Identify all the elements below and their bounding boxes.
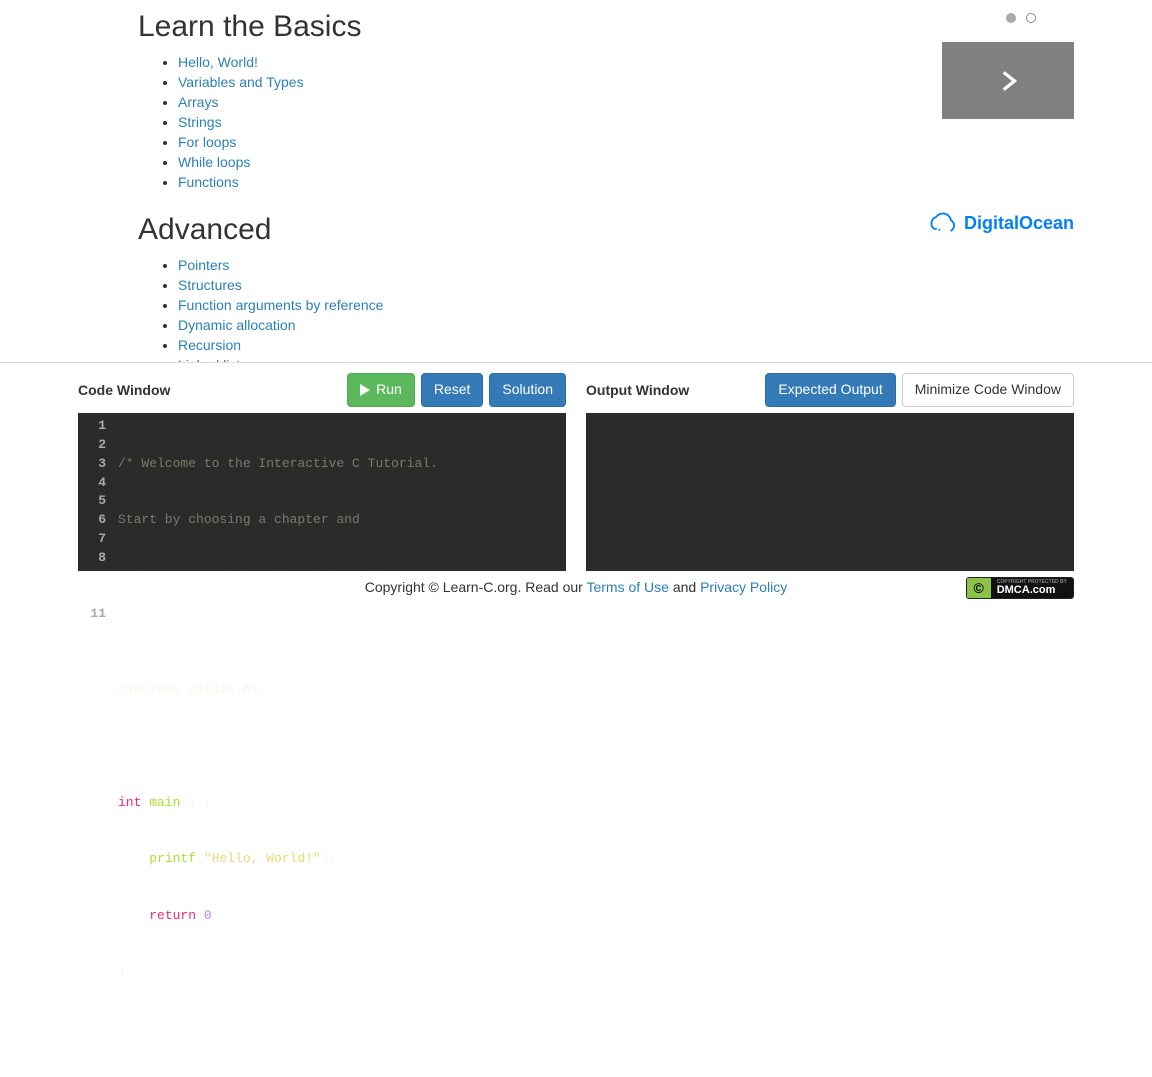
section-basics-heading: Learn the Basics [138, 10, 618, 43]
carousel-dot-1[interactable] [1026, 13, 1036, 23]
carousel-next-button[interactable] [942, 42, 1074, 119]
code-content: /* Welcome to the Interactive C Tutorial… [118, 417, 566, 1077]
advanced-link[interactable]: Function arguments by reference [178, 297, 383, 313]
basics-list: Hello, World! Variables and Types Arrays… [138, 53, 618, 193]
carousel-indicators [1006, 13, 1036, 23]
basics-link[interactable]: While loops [178, 154, 250, 170]
advanced-link[interactable]: Dynamic allocation [178, 317, 296, 333]
basics-link[interactable]: Variables and Types [178, 74, 304, 90]
privacy-link[interactable]: Privacy Policy [700, 579, 787, 595]
basics-link[interactable]: Hello, World! [178, 54, 258, 70]
footer-prefix: Copyright © Learn-C.org. Read our [365, 579, 587, 595]
basics-link[interactable]: Functions [178, 174, 239, 190]
digitalocean-icon [924, 212, 958, 234]
basics-link[interactable]: Strings [178, 114, 222, 130]
chevron-right-icon [995, 68, 1021, 94]
sponsor-link[interactable]: DigitalOcean [924, 212, 1074, 234]
section-advanced-heading: Advanced [138, 213, 618, 246]
play-icon [360, 384, 370, 396]
basics-link[interactable]: For loops [178, 134, 236, 150]
sponsor-name: DigitalOcean [964, 213, 1074, 234]
reset-button[interactable]: Reset [421, 373, 484, 407]
expected-output-button[interactable]: Expected Output [765, 373, 895, 407]
output-window-title: Output Window [586, 382, 689, 398]
code-window-title: Code Window [78, 382, 170, 398]
run-label: Run [376, 380, 402, 400]
run-button[interactable]: Run [347, 373, 415, 407]
carousel-dot-0[interactable] [1006, 13, 1016, 23]
advanced-link[interactable]: Pointers [178, 257, 229, 273]
advanced-list: Pointers Structures Function arguments b… [138, 256, 618, 362]
advanced-link[interactable]: Structures [178, 277, 242, 293]
advanced-link[interactable]: Recursion [178, 337, 241, 353]
terms-link[interactable]: Terms of Use [586, 579, 668, 595]
basics-link[interactable]: Arrays [178, 94, 218, 110]
minimize-code-button[interactable]: Minimize Code Window [902, 373, 1074, 407]
footer-and: and [669, 579, 700, 595]
dmca-badge[interactable]: © COPYRIGHT PROTECTED BY DMCA.com [966, 577, 1074, 599]
solution-button[interactable]: Solution [489, 373, 566, 407]
